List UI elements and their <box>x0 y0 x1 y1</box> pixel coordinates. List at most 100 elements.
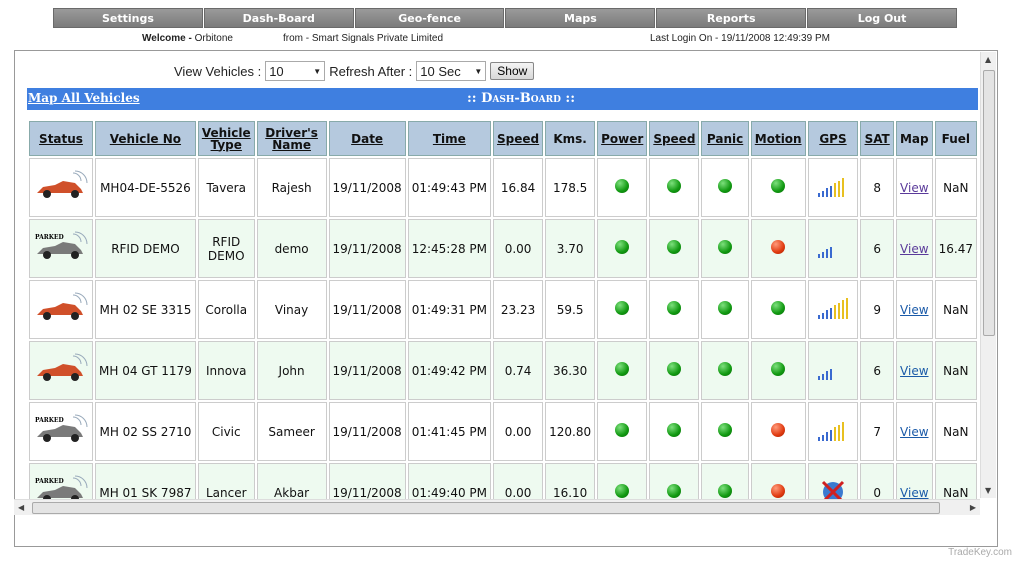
cell-text: Vinay <box>274 302 309 317</box>
speed-status-icon <box>667 423 682 437</box>
nav-settings[interactable]: Settings <box>53 8 203 28</box>
header-status[interactable]: Status <box>29 121 93 156</box>
motion-status-icon <box>771 423 786 437</box>
speed-cell: 0.74 <box>493 341 544 400</box>
driver-cell: Sameer <box>256 402 327 461</box>
header-speed[interactable]: Speed <box>493 121 544 156</box>
panic-status-icon <box>718 362 733 376</box>
vertical-scrollbar[interactable]: ▲ ▼ <box>980 52 996 498</box>
status-cell <box>29 280 93 339</box>
date-cell: 19/11/2008 <box>328 280 406 339</box>
show-button[interactable]: Show <box>490 62 535 80</box>
refresh-after-select[interactable]: 10 Sec ▼ <box>416 61 487 81</box>
speed-indicator-cell <box>649 341 700 400</box>
header-speed-indicator[interactable]: Speed <box>649 121 700 156</box>
scroll-left-icon[interactable]: ◀ <box>18 503 24 512</box>
nav-reports[interactable]: Reports <box>656 8 807 28</box>
speed-cell: 23.23 <box>493 280 544 339</box>
cell-text: NaN <box>943 363 969 378</box>
gps-cell <box>807 463 859 499</box>
header-sat[interactable]: SAT <box>860 121 894 156</box>
panic-status-icon <box>718 240 733 254</box>
cell-text: MH 01 SK 7987 <box>99 485 192 500</box>
panic-cell <box>701 280 749 339</box>
cell-text: MH04-DE-5526 <box>100 180 191 195</box>
panic-cell <box>701 341 749 400</box>
view-map-link[interactable]: View <box>900 364 928 378</box>
horizontal-scrollbar[interactable]: ◀ ▶ <box>14 499 980 515</box>
cell-text: demo <box>274 241 309 256</box>
vehicle-table: Status Vehicle No Vehicle Type Driver's … <box>27 119 979 499</box>
cell-text: Civic <box>211 424 241 439</box>
gps-cell <box>807 341 859 400</box>
header-power[interactable]: Power <box>597 121 648 156</box>
map-cell[interactable]: View <box>895 280 933 339</box>
status-cell: PARKED <box>29 219 93 278</box>
kms-cell: 36.30 <box>545 341 596 400</box>
map-all-vehicles-link[interactable]: Map All Vehicles <box>28 91 140 105</box>
parked-label: PARKED <box>35 417 64 424</box>
refresh-after-value: 10 Sec <box>420 63 461 79</box>
welcome-label: Welcome - <box>142 33 192 44</box>
scroll-down-icon[interactable]: ▼ <box>985 486 991 495</box>
kms-cell: 16.10 <box>545 463 596 499</box>
time-cell: 12:45:28 PM <box>407 219 492 278</box>
cell-text: NaN <box>943 485 969 500</box>
view-map-link[interactable]: View <box>900 303 928 317</box>
scroll-up-icon[interactable]: ▲ <box>985 55 991 64</box>
view-map-link[interactable]: View <box>900 181 928 195</box>
view-map-link[interactable]: View <box>900 242 928 256</box>
motion-cell <box>750 219 806 278</box>
motion-cell <box>750 280 806 339</box>
map-cell[interactable]: View <box>895 402 933 461</box>
scroll-right-icon[interactable]: ▶ <box>970 503 976 512</box>
view-map-link[interactable]: View <box>900 425 928 439</box>
panic-status-icon <box>718 179 733 193</box>
power-status-icon <box>615 301 630 315</box>
power-cell <box>597 402 648 461</box>
gps-cell <box>807 402 859 461</box>
cell-text: 3.70 <box>556 241 584 256</box>
nav-dashboard[interactable]: Dash-Board <box>203 8 354 28</box>
view-vehicles-select[interactable]: 10 ▼ <box>265 61 326 81</box>
no-gps-icon <box>821 480 845 499</box>
nav-logout[interactable]: Log Out <box>807 8 957 28</box>
horizontal-scroll-thumb[interactable] <box>32 502 940 514</box>
panic-status-icon <box>718 301 733 315</box>
header-date[interactable]: Date <box>328 121 406 156</box>
header-driver-name[interactable]: Driver's Name <box>256 121 327 156</box>
motion-cell <box>750 341 806 400</box>
header-vehicle-no[interactable]: Vehicle No <box>95 121 196 156</box>
vehicle-type-cell: Corolla <box>197 280 255 339</box>
fuel-cell: NaN <box>934 341 977 400</box>
power-cell <box>597 341 648 400</box>
panic-status-icon <box>718 484 733 498</box>
map-cell[interactable]: View <box>895 158 933 217</box>
header-panic[interactable]: Panic <box>701 121 749 156</box>
cell-text: 16.84 <box>500 180 536 195</box>
map-cell[interactable]: View <box>895 341 933 400</box>
moving-car-icon <box>33 352 89 386</box>
status-cell <box>29 341 93 400</box>
table-row: PARKED MH 01 SK 7987 Lancer Akbar 19/11/200… <box>29 463 977 499</box>
status-cell <box>29 158 93 217</box>
parked-car-icon: PARKED <box>33 474 89 499</box>
header-motion[interactable]: Motion <box>750 121 806 156</box>
driver-cell: Rajesh <box>256 158 327 217</box>
map-cell[interactable]: View <box>895 219 933 278</box>
table-row: MH 02 SE 3315 Corolla Vinay 19/11/2008 01:49… <box>29 280 977 339</box>
dashboard-header-bar: Map All Vehicles :: Dash-Board :: <box>27 88 978 110</box>
nav-geofence[interactable]: Geo-fence <box>354 8 505 28</box>
header-vehicle-type[interactable]: Vehicle Type <box>197 121 255 156</box>
header-time[interactable]: Time <box>407 121 492 156</box>
vehicle-no-cell: MH 04 GT 1179 <box>95 341 196 400</box>
vertical-scroll-thumb[interactable] <box>983 70 995 336</box>
power-status-icon <box>615 179 630 193</box>
view-map-link[interactable]: View <box>900 486 928 500</box>
header-gps[interactable]: GPS <box>807 121 859 156</box>
cell-text: 19/11/2008 <box>332 302 402 317</box>
nav-maps[interactable]: Maps <box>505 8 656 28</box>
map-cell[interactable]: View <box>895 463 933 500</box>
vehicle-no-cell: MH 02 SS 2710 <box>95 402 196 461</box>
status-cell: PARKED <box>29 402 93 461</box>
